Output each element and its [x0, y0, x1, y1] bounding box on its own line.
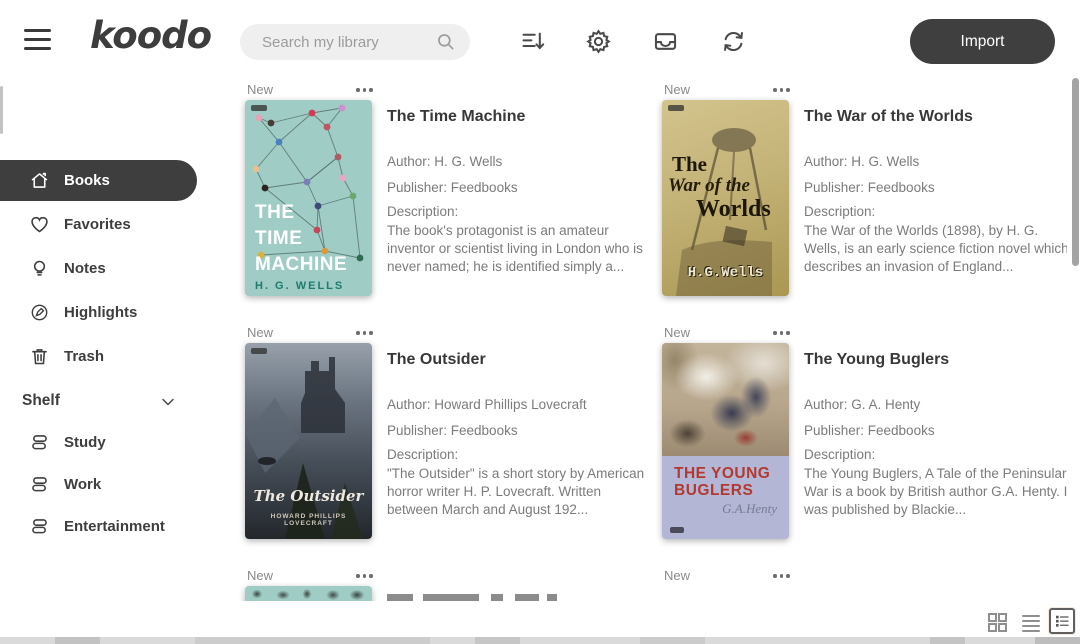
book-title[interactable]: The Young Buglers — [804, 351, 949, 369]
book-cover[interactable] — [245, 586, 372, 601]
book-author: Author: Howard Phillips Lovecraft — [387, 397, 587, 412]
more-options-icon[interactable] — [773, 331, 790, 335]
more-options-icon[interactable] — [773, 88, 790, 92]
clipped-book-title — [387, 594, 565, 601]
trash-icon — [29, 346, 50, 367]
book-publisher: Publisher: Feedbooks — [804, 180, 935, 195]
shelf-section-header[interactable]: Shelf — [0, 387, 197, 417]
book-author: Author: G. A. Henty — [804, 397, 920, 412]
new-badge: New — [664, 568, 690, 583]
publisher-logo — [251, 348, 267, 354]
book-description: The Young Buglers, A Tale of the Peninsu… — [804, 465, 1067, 519]
sidebar-item-notes[interactable]: Notes — [0, 248, 197, 289]
description-label: Description: — [804, 447, 875, 462]
book-publisher: Publisher: Feedbooks — [387, 423, 518, 438]
cover-author-text: H. G. WELLS — [255, 280, 344, 292]
description-label: Description: — [804, 204, 875, 219]
shelf-label: Shelf — [22, 392, 60, 410]
sidebar-item-study[interactable]: Study — [0, 422, 197, 463]
book-cover[interactable]: THETIMEMACHINE H. G. WELLS — [245, 100, 372, 296]
book-author: Author: H. G. Wells — [804, 154, 919, 169]
cover-title-text: THETIMEMACHINE — [255, 200, 347, 278]
book-title[interactable]: The War of the Worlds — [804, 108, 973, 126]
publisher-logo — [251, 105, 267, 111]
hamburger-menu-icon[interactable] — [24, 29, 51, 50]
lightbulb-icon — [29, 258, 50, 279]
sidebar-item-books[interactable]: Books — [0, 160, 197, 201]
shelf-icon — [29, 516, 50, 537]
more-options-icon[interactable] — [356, 331, 373, 335]
new-badge: New — [247, 325, 273, 340]
publisher-logo — [668, 105, 684, 111]
new-badge: New — [247, 82, 273, 97]
shelf-icon — [29, 432, 50, 453]
book-title[interactable]: The Time Machine — [387, 108, 525, 126]
book-card: New THETIMEMACHINE H. G. WELLS The Time M… — [197, 82, 612, 325]
settings-gear-icon[interactable] — [585, 28, 612, 55]
sidebar-item-highlights[interactable]: Highlights — [0, 292, 197, 333]
book-publisher: Publisher: Feedbooks — [804, 423, 935, 438]
book-card: New THE YOUNGBUGLERS G.A.Henty The Young … — [614, 325, 1029, 568]
sidebar: Books Favorites Notes Highlights Trash S… — [0, 76, 197, 601]
search-input[interactable] — [262, 24, 437, 60]
book-cover[interactable]: THE YOUNGBUGLERS G.A.Henty — [662, 343, 789, 539]
book-description: The War of the Worlds (1898), by H. G. W… — [804, 222, 1067, 276]
more-options-icon[interactable] — [773, 574, 790, 578]
description-label: Description: — [387, 204, 458, 219]
book-card: New TheWar of theWorldsH.G.Wells The War… — [614, 82, 1029, 325]
chevron-down-icon[interactable] — [158, 392, 178, 412]
cover-author-text: HOWARD PHILLIPS LOVECRAFT — [245, 513, 372, 527]
sidebar-item-trash[interactable]: Trash — [0, 336, 197, 377]
sidebar-scrollbar[interactable] — [0, 86, 3, 134]
sidebar-item-entertainment[interactable]: Entertainment — [0, 506, 197, 547]
shelf-icon — [29, 474, 50, 495]
book-publisher: Publisher: Feedbooks — [387, 180, 518, 195]
cover-title-text: THE YOUNGBUGLERS — [674, 465, 770, 499]
sidebar-item-work[interactable]: Work — [0, 464, 197, 505]
sort-icon[interactable] — [519, 28, 546, 55]
cover-author-text: G.A.Henty — [722, 501, 777, 517]
book-title[interactable]: The Outsider — [387, 351, 486, 369]
description-label: Description: — [387, 447, 458, 462]
view-mode-bar — [197, 601, 1080, 637]
more-options-icon[interactable] — [356, 574, 373, 578]
cover-author-text: H.G.Wells — [662, 265, 789, 281]
top-bar: koodo Import — [0, 0, 1080, 76]
import-button[interactable]: Import — [910, 19, 1055, 64]
new-badge: New — [247, 568, 273, 583]
detail-view-icon[interactable] — [1049, 608, 1075, 634]
book-cover[interactable]: TheWar of theWorldsH.G.Wells — [662, 100, 789, 296]
backup-inbox-icon[interactable] — [652, 28, 679, 55]
highlighter-icon — [29, 302, 50, 323]
list-view-icon[interactable] — [1019, 610, 1043, 634]
vertical-scrollbar[interactable] — [1072, 78, 1079, 266]
search-box[interactable] — [240, 24, 470, 60]
app-logo: koodo — [90, 14, 211, 57]
window-bottom-edge — [0, 637, 1080, 644]
more-options-icon[interactable] — [356, 88, 373, 92]
publisher-logo — [670, 527, 684, 533]
search-icon[interactable] — [436, 32, 456, 52]
book-cover[interactable]: The Outsider HOWARD PHILLIPS LOVECRAFT — [245, 343, 372, 539]
new-badge: New — [664, 325, 690, 340]
grid-view-icon[interactable] — [985, 610, 1009, 634]
sync-icon[interactable] — [720, 28, 747, 55]
home-icon — [29, 170, 50, 191]
book-card: New The Outsider HOWARD PHILLIPS LOVECRAF… — [197, 325, 612, 568]
new-badge: New — [664, 82, 690, 97]
book-grid: New THETIMEMACHINE H. G. WELLS The Time M… — [197, 76, 1067, 601]
cover-title-text: The Outsider — [245, 487, 372, 505]
book-author: Author: H. G. Wells — [387, 154, 502, 169]
book-card: New — [197, 568, 612, 601]
cover-title-text: The — [672, 152, 707, 177]
sidebar-item-favorites[interactable]: Favorites — [0, 204, 197, 245]
book-card: New — [614, 568, 1029, 601]
heart-icon — [29, 214, 50, 235]
